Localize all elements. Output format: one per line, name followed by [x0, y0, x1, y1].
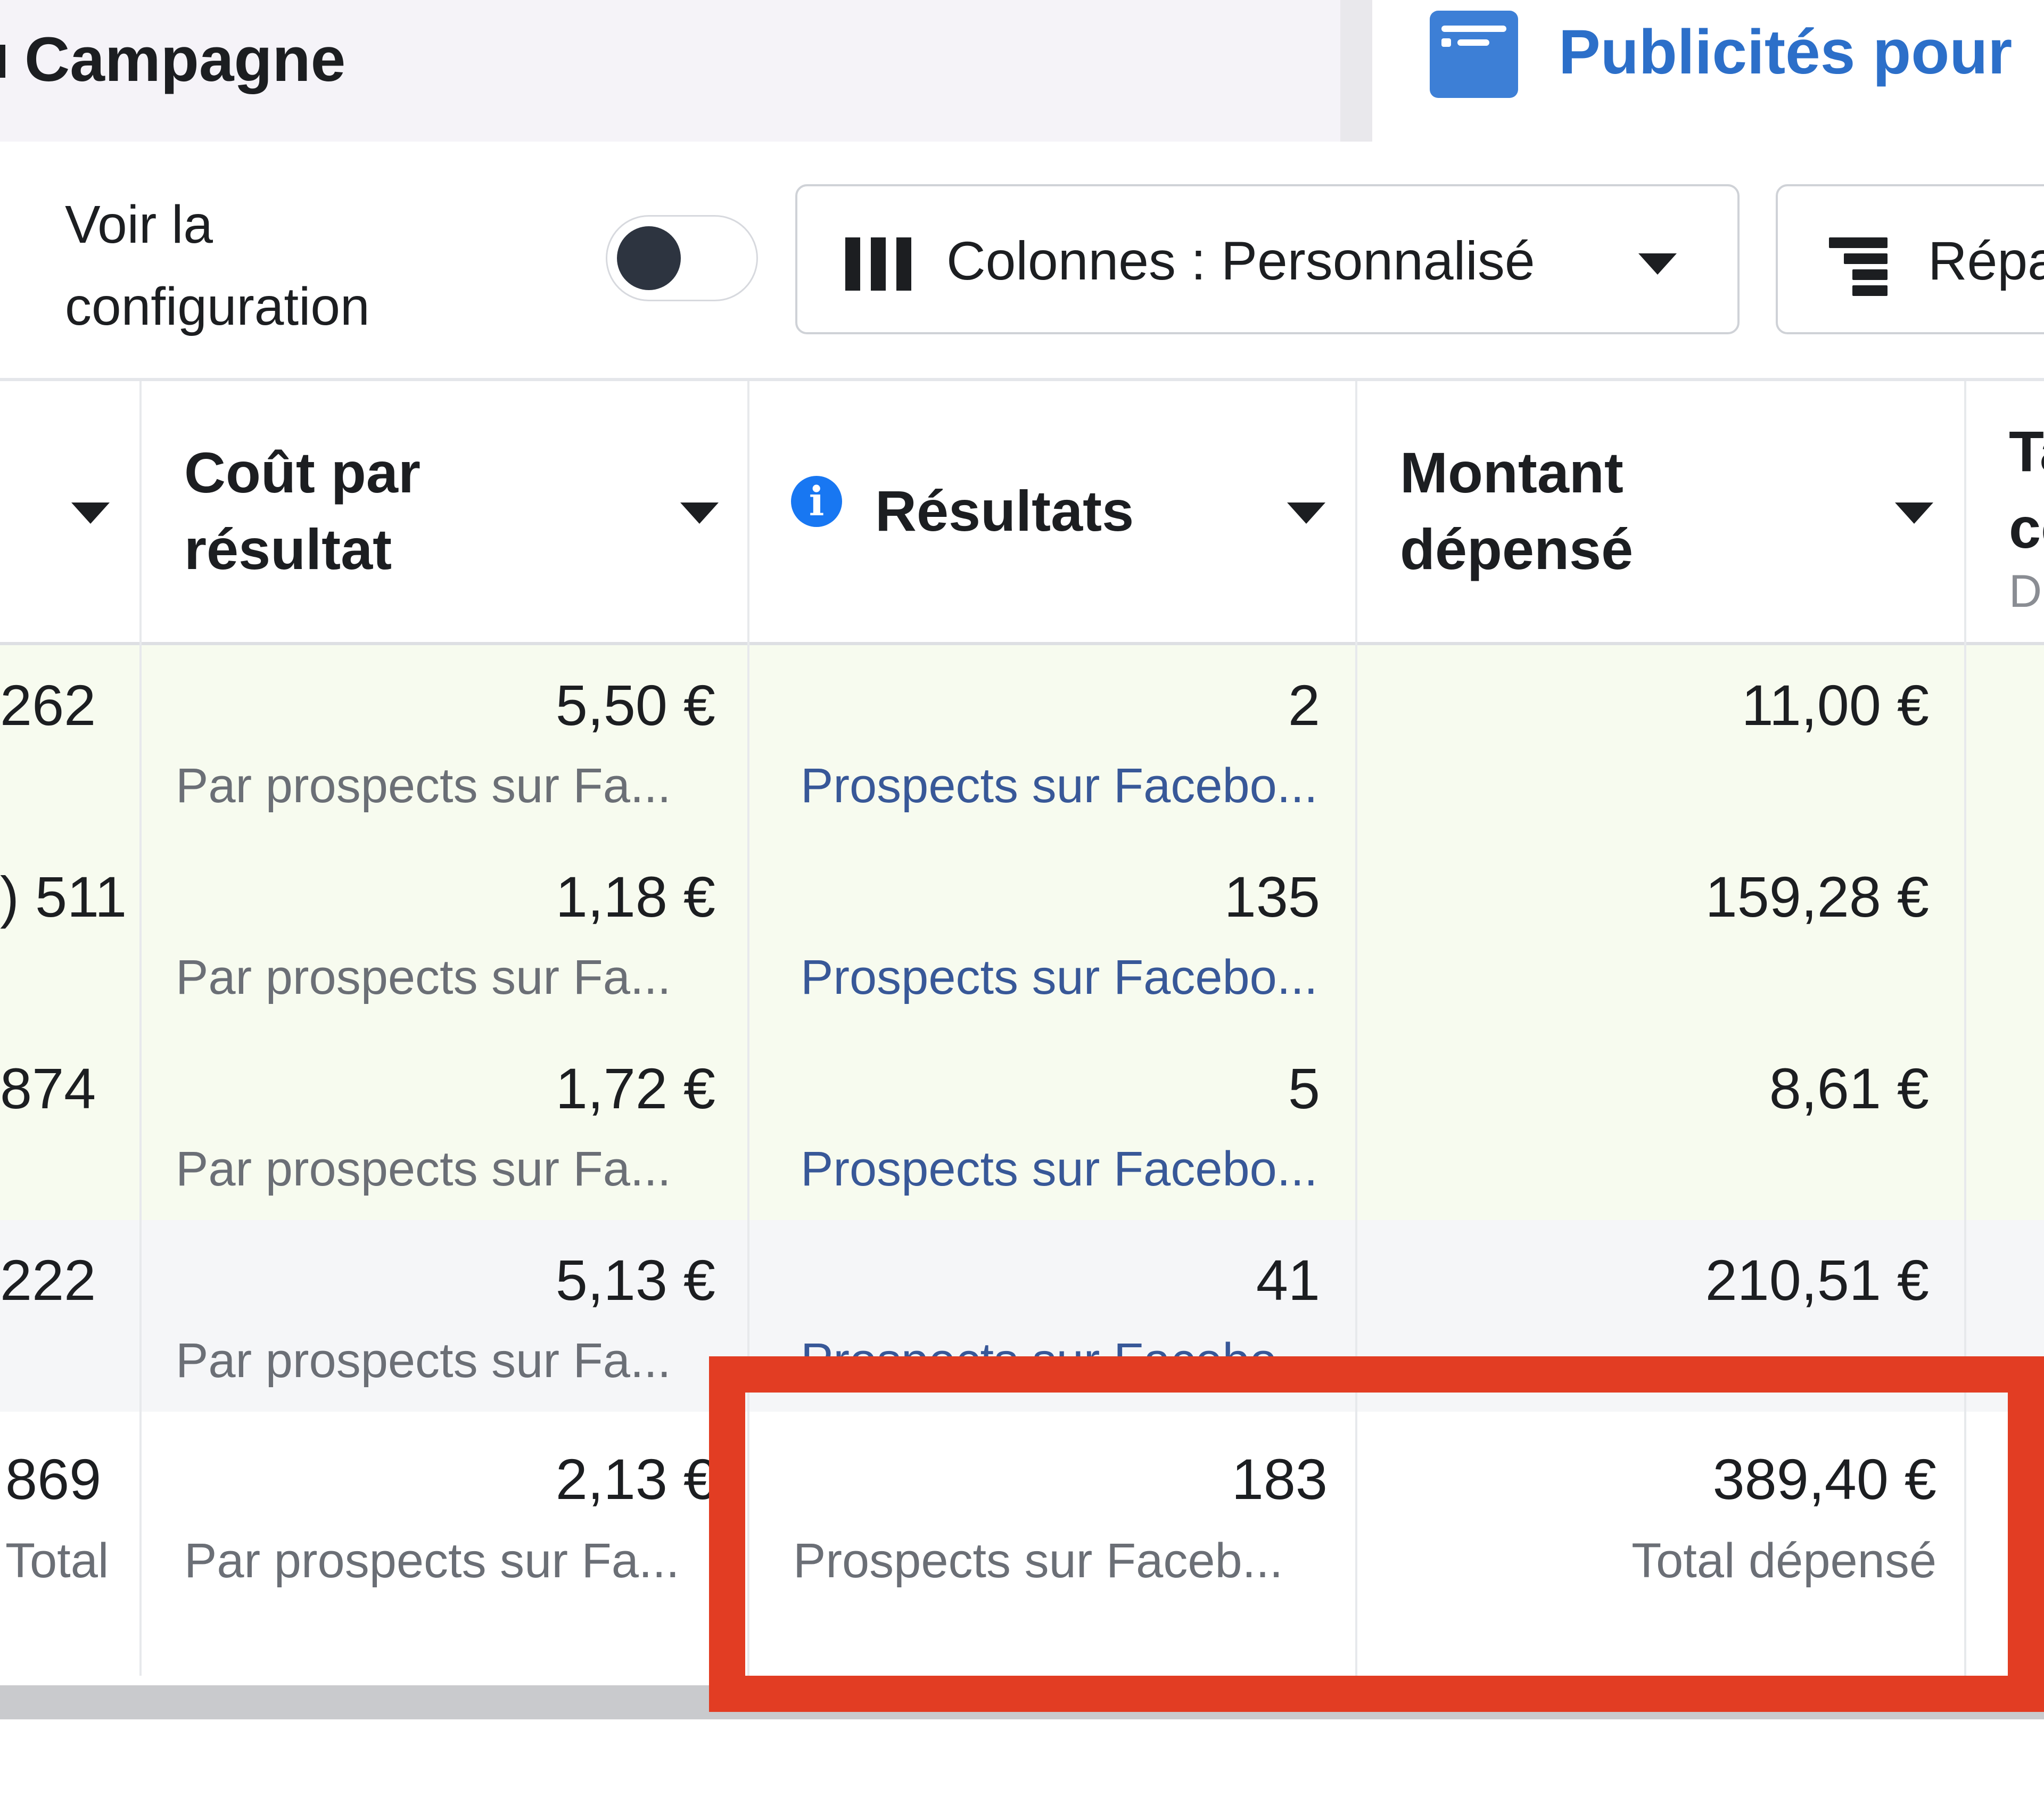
- cut-value: 262: [0, 673, 96, 737]
- ad-window-icon: [1430, 11, 1518, 98]
- tab-marker: [0, 45, 5, 78]
- tab-campaign[interactable]: Campagne: [0, 0, 1340, 142]
- header-label-line: résultat: [184, 517, 392, 581]
- cost-sub: Par prospects sur Fa...: [176, 1142, 671, 1196]
- results-sub-link[interactable]: Prospects sur Facebo...: [801, 758, 1318, 814]
- table-row[interactable]: ) 511 1,18 € Par prospects sur Fa... 135…: [0, 837, 2044, 1028]
- chevron-down-icon: [1287, 503, 1325, 524]
- tab-campaign-label: Campagne: [24, 24, 346, 95]
- config-label-line1: Voir la: [65, 195, 213, 254]
- tab-ads[interactable]: Publicités pour: [1372, 0, 2044, 142]
- header-label-line: Coût par: [184, 440, 421, 505]
- header-label-line: Ta: [2009, 419, 2044, 483]
- breakdown-icon: [1829, 237, 1888, 296]
- config-label-line2: configuration: [65, 277, 370, 336]
- spent-value: 8,61 €: [1769, 1056, 1929, 1121]
- chevron-down-icon: [71, 503, 110, 524]
- info-icon[interactable]: i: [791, 476, 842, 527]
- header-amount-spent[interactable]: Montant dépensé: [1357, 381, 1964, 644]
- breakdown-button[interactable]: Répa: [1776, 184, 2044, 334]
- config-label: Voir la configuration: [65, 184, 370, 348]
- toggle-knob: [617, 226, 681, 290]
- cost-sub: Par prospects sur Fa...: [176, 1333, 671, 1388]
- header-cost-per-result-label: Coût par résultat: [184, 434, 421, 588]
- table-row[interactable]: 262 5,50 € Par prospects sur Fa... 2 Pro…: [0, 645, 2044, 837]
- columns-icon: [845, 237, 912, 291]
- header-cut-column[interactable]: [0, 381, 139, 644]
- results-value: 2: [1288, 673, 1320, 737]
- breakdown-button-label: Répa: [1928, 230, 2044, 291]
- cost-value: 5,13 €: [555, 1248, 715, 1312]
- spent-value: 11,00 €: [1741, 673, 1929, 737]
- cost-value: 1,18 €: [555, 864, 715, 929]
- header-label-line: co: [2009, 496, 2044, 560]
- header-cost-per-result[interactable]: Coût par résultat: [141, 381, 747, 644]
- header-next-column[interactable]: Ta co D: [1966, 381, 2044, 644]
- tab-divider: [1340, 0, 1372, 142]
- header-label-line: Montant: [1400, 440, 1623, 505]
- columns-button-label: Colonnes : Personnalisé: [946, 230, 1535, 291]
- total-cut-value: 869: [5, 1447, 102, 1511]
- cut-value: 874: [0, 1056, 96, 1121]
- results-value: 41: [1256, 1248, 1320, 1312]
- columns-button[interactable]: Colonnes : Personnalisé: [795, 184, 1740, 334]
- header-label-line: dépensé: [1400, 517, 1634, 581]
- cost-value: 5,50 €: [555, 673, 715, 737]
- results-value: 135: [1224, 864, 1320, 929]
- tab-ads-label: Publicités pour: [1559, 17, 2013, 87]
- chevron-down-icon: [680, 503, 719, 524]
- results-sub-link[interactable]: Prospects sur Facebo...: [801, 1141, 1318, 1197]
- header-amount-spent-label: Montant dépensé: [1400, 434, 1633, 588]
- header-results-label: Résultats: [875, 479, 1134, 543]
- cut-value: 222: [0, 1248, 96, 1312]
- total-cost-value: 2,13 €: [555, 1447, 715, 1511]
- highlight-annotation-box: [709, 1356, 2044, 1712]
- header-results[interactable]: i Résultats: [749, 381, 1356, 644]
- header-next-label: Ta co: [2009, 413, 2044, 566]
- table-row[interactable]: 874 1,72 € Par prospects sur Fa... 5 Pro…: [0, 1028, 2044, 1220]
- cost-sub: Par prospects sur Fa...: [176, 759, 671, 813]
- config-toggle[interactable]: [606, 215, 758, 301]
- spent-value: 159,28 €: [1705, 864, 1929, 929]
- total-cut-label: Total: [5, 1534, 109, 1588]
- cost-value: 1,72 €: [555, 1056, 715, 1121]
- chevron-down-icon: [1895, 503, 1933, 524]
- total-cost-sub: Par prospects sur Fa...: [184, 1534, 680, 1588]
- results-sub-link[interactable]: Prospects sur Facebo...: [801, 950, 1318, 1006]
- spent-value: 210,51 €: [1705, 1248, 1929, 1312]
- column-divider: [139, 381, 142, 1676]
- cut-value: ) 511: [0, 864, 127, 929]
- chevron-down-icon: [1638, 253, 1677, 275]
- results-value: 5: [1288, 1056, 1320, 1121]
- header-next-sub: D: [2009, 566, 2042, 617]
- cost-sub: Par prospects sur Fa...: [176, 950, 671, 1004]
